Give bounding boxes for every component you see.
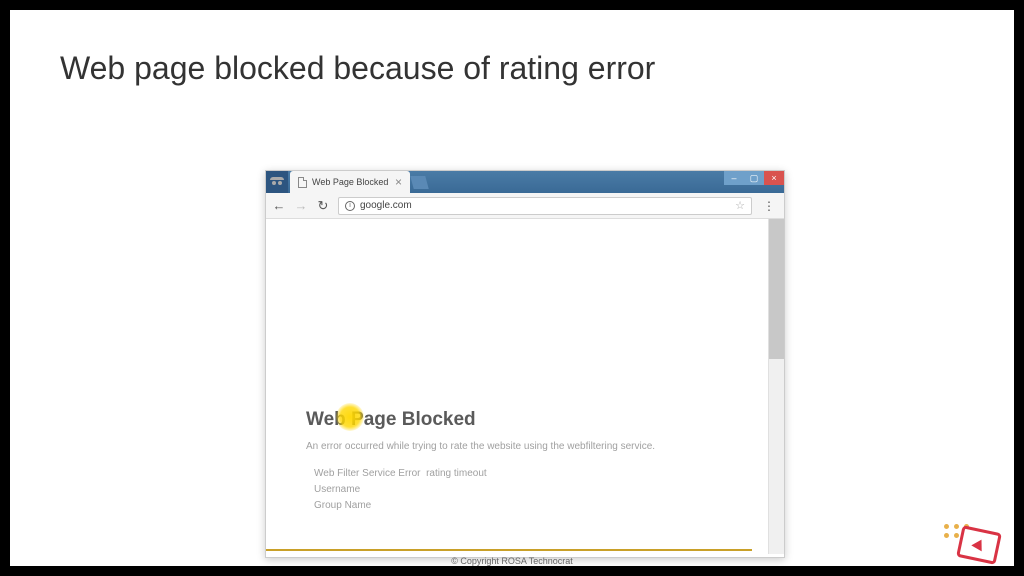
forward-button[interactable]: → xyxy=(294,198,308,213)
cursor-highlight xyxy=(336,403,364,431)
close-window-button[interactable]: × xyxy=(764,171,784,185)
blocked-field-groupname: Group Name xyxy=(306,500,728,511)
new-tab-button[interactable] xyxy=(410,176,428,189)
incognito-icon xyxy=(266,171,288,193)
footer-bar xyxy=(266,549,752,551)
browser-addressbar: ← → ↻ i google.com ☆ ⋮ xyxy=(266,193,784,219)
presentation-slide: Web page blocked because of rating error… xyxy=(10,10,1014,566)
blocked-field-username: Username xyxy=(306,484,728,495)
browser-content: Web Page Blocked An error occurred while… xyxy=(266,219,768,554)
bookmark-star-icon[interactable]: ☆ xyxy=(735,199,745,212)
blocked-description: An error occurred while trying to rate t… xyxy=(306,439,728,454)
back-button[interactable]: ← xyxy=(272,198,286,213)
slide-title: Web page blocked because of rating error xyxy=(10,10,1014,107)
address-input[interactable]: i google.com ☆ xyxy=(338,197,752,215)
scrollbar[interactable] xyxy=(768,219,784,554)
browser-titlebar: Web Page Blocked × – ▢ × xyxy=(266,171,784,193)
blocked-field-error: Web Filter Service Error rating timeout xyxy=(306,468,728,479)
reload-button[interactable]: ↻ xyxy=(316,198,330,214)
scrollbar-thumb[interactable] xyxy=(769,219,784,359)
brand-logo xyxy=(944,516,999,561)
site-info-icon[interactable]: i xyxy=(345,201,355,211)
menu-icon[interactable]: ⋮ xyxy=(760,199,778,213)
page-icon xyxy=(298,177,307,188)
close-tab-icon[interactable]: × xyxy=(395,175,402,189)
url-text: google.com xyxy=(360,200,412,211)
minimize-button[interactable]: – xyxy=(724,171,744,185)
browser-tab[interactable]: Web Page Blocked × xyxy=(290,171,410,193)
blocked-page: Web Page Blocked An error occurred while… xyxy=(266,219,768,511)
maximize-button[interactable]: ▢ xyxy=(744,171,764,185)
blocked-heading: Web Page Blocked xyxy=(306,409,728,431)
browser-window: Web Page Blocked × – ▢ × ← → ↻ i google.… xyxy=(265,170,785,558)
copyright-text: © Copyright ROSA Technocrat xyxy=(451,556,573,566)
tab-title: Web Page Blocked xyxy=(312,177,388,187)
window-controls: – ▢ × xyxy=(724,171,784,193)
